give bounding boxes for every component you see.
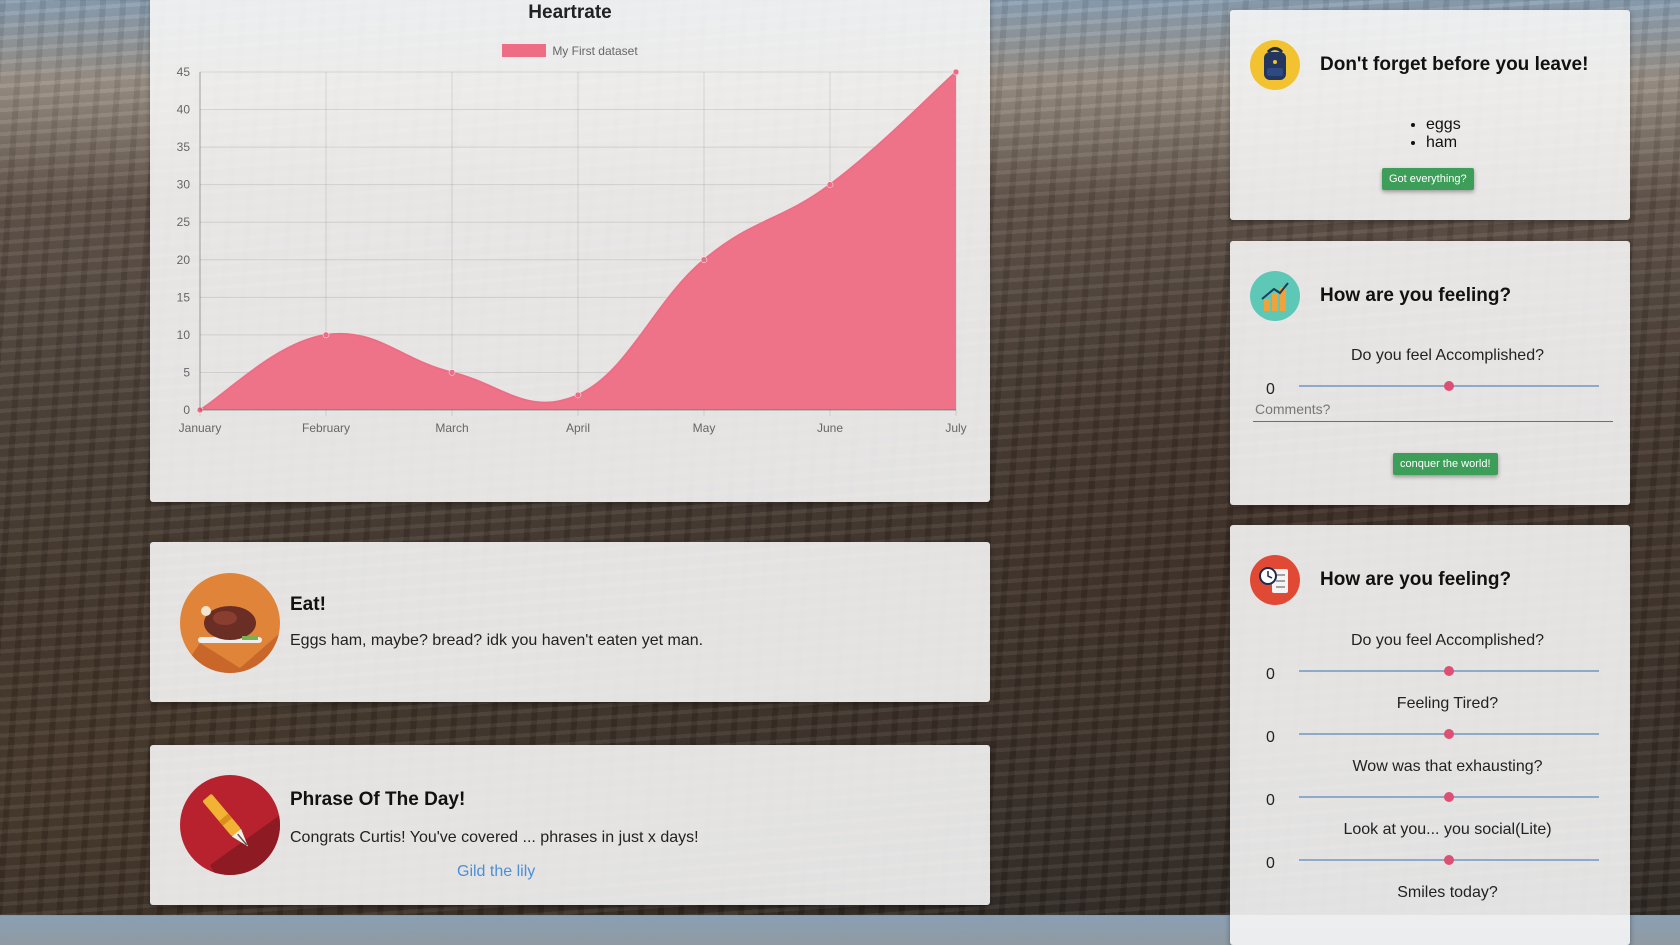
x-tick-label: June	[817, 421, 843, 435]
question-label: Do you feel Accomplished?	[1351, 632, 1544, 649]
y-tick-label: 5	[183, 365, 190, 379]
checklist-card: Don't forget before you leave! eggs ham …	[1230, 10, 1630, 220]
slider-thumb[interactable]	[1444, 381, 1454, 391]
question-label: Do you feel Accomplished?	[1351, 347, 1544, 364]
heartrate-chart-card: Heartrate My First dataset 0 5 10 15 20 25 30 3…	[150, 0, 990, 502]
accomplished-slider[interactable]	[1299, 666, 1599, 676]
list-item: eggs	[1426, 116, 1461, 134]
clock-checklist-icon	[1250, 555, 1300, 605]
list-item: ham	[1426, 134, 1461, 152]
x-tick-label: May	[693, 421, 716, 435]
phrase-title: Phrase Of The Day!	[290, 789, 466, 810]
roast-chicken-icon	[180, 573, 280, 673]
checklist-title: Don't forget before you leave!	[1320, 54, 1589, 75]
slider-thumb[interactable]	[1444, 729, 1454, 739]
data-point	[322, 331, 330, 339]
data-point	[448, 369, 456, 376]
data-point	[952, 68, 960, 76]
feeling-title: How are you feeling?	[1320, 285, 1512, 306]
backpack-icon	[1250, 40, 1300, 90]
phrase-card: Phrase Of The Day! Congrats Curtis! You'…	[150, 745, 990, 905]
eat-title: Eat!	[290, 594, 326, 615]
data-point	[700, 256, 708, 264]
feeling-card-1: How are you feeling? Do you feel Accompl…	[1230, 241, 1630, 505]
eat-card: Eat! Eggs ham, maybe? bread? idk you hav…	[150, 542, 990, 702]
y-tick-label: 25	[177, 215, 191, 229]
slider-value: 0	[1266, 792, 1275, 809]
feeling-card-2: How are you feeling? Do you feel Accompl…	[1230, 525, 1630, 945]
y-tick-label: 35	[177, 140, 191, 154]
got-everything-button[interactable]: Got everything?	[1382, 168, 1474, 190]
x-tick-label: April	[566, 421, 590, 435]
slider-value: 0	[1266, 666, 1275, 683]
slider-thumb[interactable]	[1444, 666, 1454, 676]
checklist-items: eggs ham	[1408, 116, 1461, 152]
slider-thumb[interactable]	[1444, 855, 1454, 865]
data-point	[574, 391, 582, 399]
exhausting-slider[interactable]	[1299, 792, 1599, 802]
phrase-text: Congrats Curtis! You've covered ... phra…	[290, 829, 699, 846]
y-tick-label: 45	[177, 65, 191, 79]
x-tick-label: March	[435, 421, 468, 435]
y-tick-label: 10	[177, 328, 191, 342]
x-tick-label: February	[302, 421, 350, 435]
phrase-link[interactable]: Gild the lily	[457, 863, 535, 881]
fountain-pen-icon	[180, 775, 280, 875]
data-point	[826, 181, 834, 188]
tired-slider[interactable]	[1299, 729, 1599, 739]
question-label: Wow was that exhausting?	[1352, 758, 1543, 775]
question-label: Look at you... you social(Lite)	[1343, 821, 1552, 838]
heartrate-chart: 0 5 10 15 20 25 30 35 40 45 January February March Ap…	[177, 65, 967, 435]
x-tick-label: January	[179, 421, 222, 435]
feeling-title-2: How are you feeling?	[1320, 569, 1512, 590]
slider-value: 0	[1266, 855, 1275, 872]
slider-thumb[interactable]	[1444, 792, 1454, 802]
x-tick-label: July	[945, 421, 966, 435]
social-slider[interactable]	[1299, 855, 1599, 865]
question-label: Feeling Tired?	[1396, 695, 1499, 712]
y-tick-label: 20	[177, 253, 191, 267]
y-tick-label: 40	[177, 103, 191, 117]
bar-chart-icon	[1250, 271, 1300, 321]
comments-input[interactable]	[1253, 397, 1613, 422]
conquer-button[interactable]: conquer the world!	[1393, 453, 1498, 475]
question-label: Smiles today?	[1397, 884, 1498, 901]
y-tick-label: 30	[177, 178, 191, 192]
accomplished-slider[interactable]	[1299, 381, 1599, 391]
slider-value: 0	[1266, 729, 1275, 746]
y-tick-label: 15	[177, 290, 191, 304]
eat-text: Eggs ham, maybe? bread? idk you haven't …	[290, 632, 704, 649]
y-tick-label: 0	[183, 403, 190, 417]
